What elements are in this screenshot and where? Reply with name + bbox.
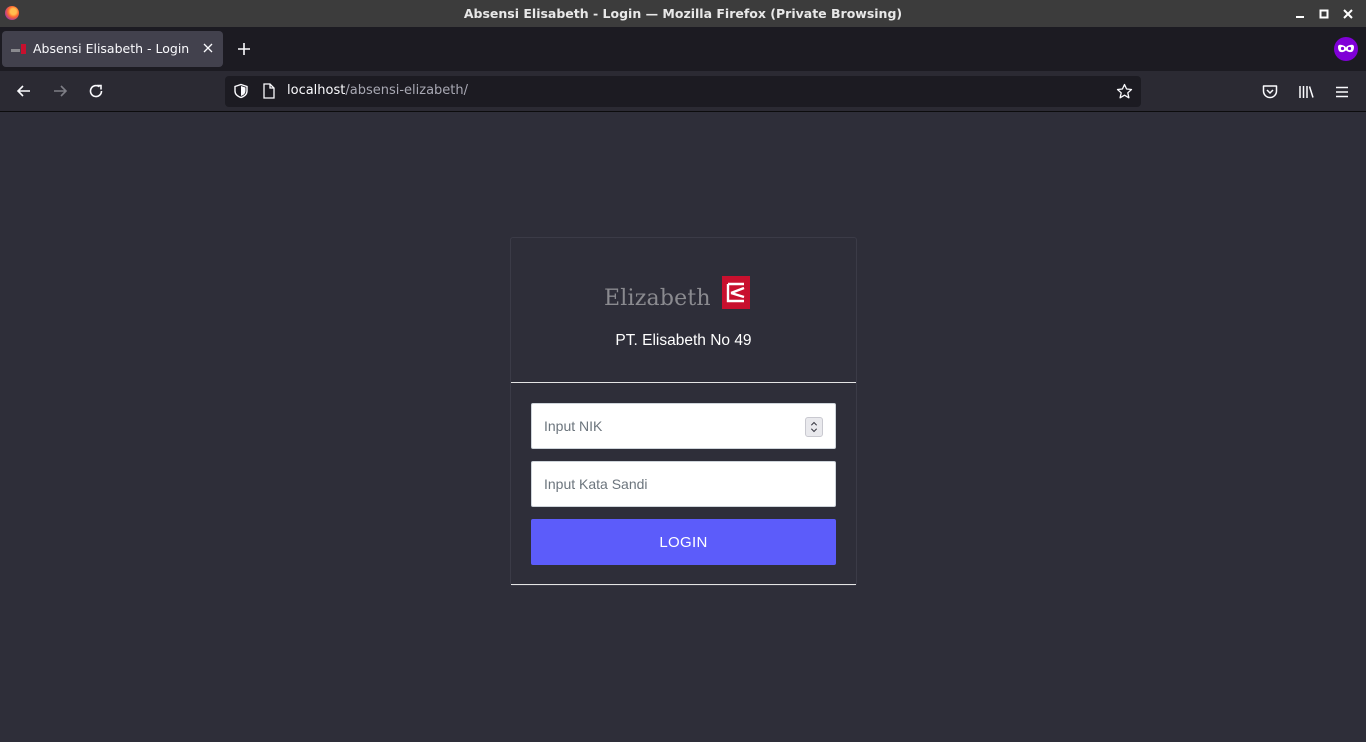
- forward-icon[interactable]: [51, 82, 69, 100]
- bookmark-star-icon[interactable]: [1116, 83, 1133, 100]
- password-field[interactable]: [531, 461, 836, 507]
- password-input[interactable]: [532, 462, 835, 506]
- url-bar[interactable]: localhost/absensi-elizabeth/: [225, 76, 1141, 107]
- login-button[interactable]: LOGIN: [531, 519, 836, 565]
- reload-icon[interactable]: [87, 82, 105, 100]
- navigation-toolbar: localhost/absensi-elizabeth/: [0, 71, 1366, 112]
- number-spinner-icon[interactable]: [805, 417, 823, 437]
- login-card: Elizabeth PT. Elisabeth No 49 LOGIN: [510, 237, 857, 586]
- close-icon[interactable]: [1336, 0, 1360, 27]
- card-footer-divider: [511, 584, 856, 585]
- pocket-icon[interactable]: [1261, 83, 1279, 101]
- maximize-icon[interactable]: [1312, 0, 1336, 27]
- minimize-icon[interactable]: [1288, 0, 1312, 27]
- window-title: Absensi Elisabeth - Login — Mozilla Fire…: [463, 6, 903, 21]
- window-titlebar: Absensi Elisabeth - Login — Mozilla Fire…: [0, 0, 1366, 27]
- tab-strip: Absensi Elisabeth - Login: [0, 27, 1366, 71]
- url-text[interactable]: localhost/absensi-elizabeth/: [287, 83, 468, 98]
- library-icon[interactable]: [1297, 83, 1315, 101]
- url-path: /absensi-elizabeth/: [345, 83, 469, 98]
- logo-text: Elizabeth: [604, 286, 711, 311]
- nik-field[interactable]: [531, 403, 836, 449]
- login-card-header: Elizabeth PT. Elisabeth No 49: [511, 238, 856, 383]
- page-icon[interactable]: [262, 83, 276, 99]
- tab-label: Absensi Elisabeth - Login: [33, 41, 190, 56]
- back-icon[interactable]: [15, 82, 33, 100]
- tab-favicon: [11, 44, 26, 54]
- company-logo: Elizabeth: [604, 276, 750, 312]
- shield-icon[interactable]: [233, 83, 249, 99]
- menu-icon[interactable]: [1333, 83, 1351, 101]
- url-host: localhost: [287, 83, 346, 98]
- logo-mark-icon: [722, 276, 750, 309]
- company-name: PT. Elisabeth No 49: [615, 332, 752, 349]
- window-controls: [1288, 0, 1360, 27]
- firefox-icon: [5, 6, 19, 20]
- private-browsing-icon: [1334, 37, 1358, 61]
- nik-input[interactable]: [532, 404, 835, 448]
- new-tab-icon[interactable]: [235, 40, 253, 58]
- tab-absensi-login[interactable]: Absensi Elisabeth - Login: [2, 31, 223, 67]
- tab-close-icon[interactable]: [201, 41, 215, 55]
